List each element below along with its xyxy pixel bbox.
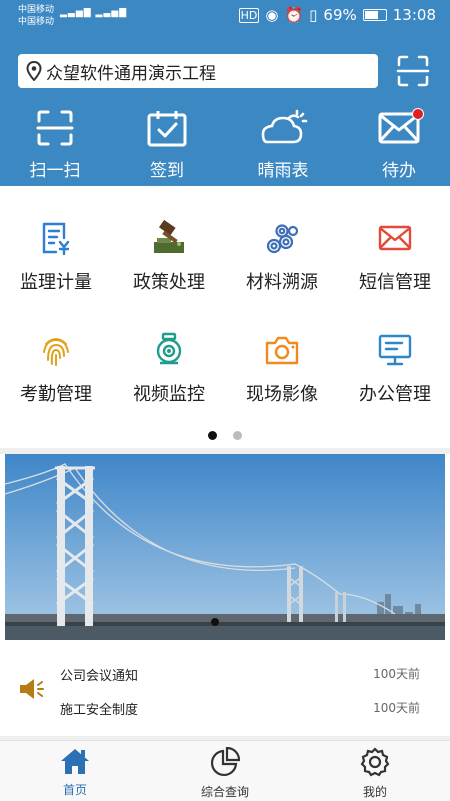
speaker-icon: [20, 679, 44, 699]
quick-weather[interactable]: 晴雨表: [228, 108, 338, 181]
home-icon: [61, 749, 89, 774]
project-name: 众望软件通用演示工程: [46, 63, 216, 84]
settings-icon: [360, 747, 390, 777]
pager-dot[interactable]: [232, 431, 242, 440]
grid-label: 现场影像: [246, 384, 318, 405]
grid-policy[interactable]: 政策处理: [113, 220, 225, 310]
carrier-1: 中国移动: [18, 5, 55, 15]
photo-camera-icon: [265, 336, 299, 365]
pager-dot-active[interactable]: [208, 431, 218, 440]
gavel-icon: [154, 220, 184, 253]
bridge-photo: [5, 454, 445, 640]
pie-chart-icon: [210, 746, 241, 777]
notice-board: 公司会议通知 100天前 施工安全制度 100天前: [0, 648, 450, 736]
notice-item[interactable]: 公司会议通知 100天前: [60, 665, 430, 684]
quick-weather-label: 晴雨表: [257, 161, 309, 181]
project-selector[interactable]: 众望软件通用演示工程: [18, 54, 378, 88]
status-bar: 中国移动 中国移动 ▂▃▅▇ ▂▃▅▇ HD ◉ ⏰ ▯ 69% 13:08: [0, 0, 450, 32]
alarm-icon: ⏰: [284, 6, 304, 24]
grid-sms[interactable]: 短信管理: [339, 220, 450, 310]
scan-icon: [36, 110, 74, 146]
quick-scan-label: 扫一扫: [29, 161, 81, 181]
grid-office[interactable]: 办公管理: [339, 332, 450, 422]
banner-image[interactable]: [5, 454, 445, 640]
envelope-icon: [378, 225, 412, 251]
tab-label: 综合查询: [200, 785, 249, 799]
quick-checkin[interactable]: 签到: [112, 108, 222, 181]
invoice-icon: [42, 222, 70, 256]
grid-site-image[interactable]: 现场影像: [226, 332, 338, 422]
pipes-icon: [266, 224, 299, 254]
notice-item[interactable]: 施工安全制度 100天前: [60, 699, 430, 718]
grid-label: 政策处理: [133, 272, 205, 293]
grid-label: 监理计量: [20, 272, 92, 293]
banner-pager-dot[interactable]: [211, 618, 219, 626]
calendar-check-icon: [147, 111, 187, 147]
grid-video[interactable]: 视频监控: [113, 332, 225, 422]
scan-icon[interactable]: [396, 54, 430, 88]
tab-query[interactable]: 综合查询: [165, 746, 285, 800]
quick-todo-label: 待办: [382, 161, 416, 181]
tab-mine[interactable]: 我的: [315, 747, 435, 800]
notice-title: 施工安全制度: [60, 703, 139, 718]
status-right: HD ◉ ⏰ ▯ 69% 13:08: [238, 6, 436, 24]
notice-time: 100天前: [373, 701, 420, 715]
grid-material-trace[interactable]: 材料溯源: [226, 220, 338, 310]
grid-supervision-measure[interactable]: 监理计量: [0, 220, 112, 310]
grid-pager: [0, 425, 450, 444]
grid-label: 考勤管理: [20, 384, 92, 405]
battery-percent: 69%: [323, 6, 357, 24]
vibrate-icon: ▯: [309, 6, 318, 24]
notification-dot: [412, 108, 424, 120]
quick-scan[interactable]: 扫一扫: [0, 108, 110, 181]
grid-label: 短信管理: [359, 272, 431, 293]
notice-title: 公司会议通知: [60, 669, 139, 684]
eye-icon: ◉: [265, 6, 279, 24]
app-header: 中国移动 中国移动 ▂▃▅▇ ▂▃▅▇ HD ◉ ⏰ ▯ 69% 13:08 众…: [0, 0, 450, 186]
location-pin-icon: [26, 61, 42, 81]
quick-todo[interactable]: 待办: [344, 108, 450, 181]
weather-icon: [261, 109, 308, 144]
bottom-tab-bar: 首页 综合查询 我的: [0, 740, 450, 801]
grid-label: 视频监控: [133, 384, 205, 405]
notice-time: 100天前: [373, 667, 420, 681]
grid-label: 材料溯源: [246, 272, 318, 293]
signal-icon: ▂▃▅▇ ▂▃▅▇: [60, 8, 128, 18]
hd-badge: HD: [238, 7, 260, 23]
tab-home[interactable]: 首页: [15, 747, 135, 798]
quick-checkin-label: 签到: [150, 161, 184, 181]
tab-label: 首页: [62, 783, 87, 797]
tab-label: 我的: [362, 785, 387, 799]
clock: 13:08: [392, 6, 436, 24]
fingerprint-icon: [43, 338, 69, 366]
monitor-icon: [378, 334, 412, 366]
grid-attendance[interactable]: 考勤管理: [0, 332, 112, 422]
carrier-labels: 中国移动 中国移动: [18, 4, 54, 28]
grid-label: 办公管理: [359, 384, 431, 405]
carrier-2: 中国移动: [18, 17, 55, 27]
battery-icon: [362, 9, 387, 21]
camera-cctv-icon: [156, 332, 182, 365]
